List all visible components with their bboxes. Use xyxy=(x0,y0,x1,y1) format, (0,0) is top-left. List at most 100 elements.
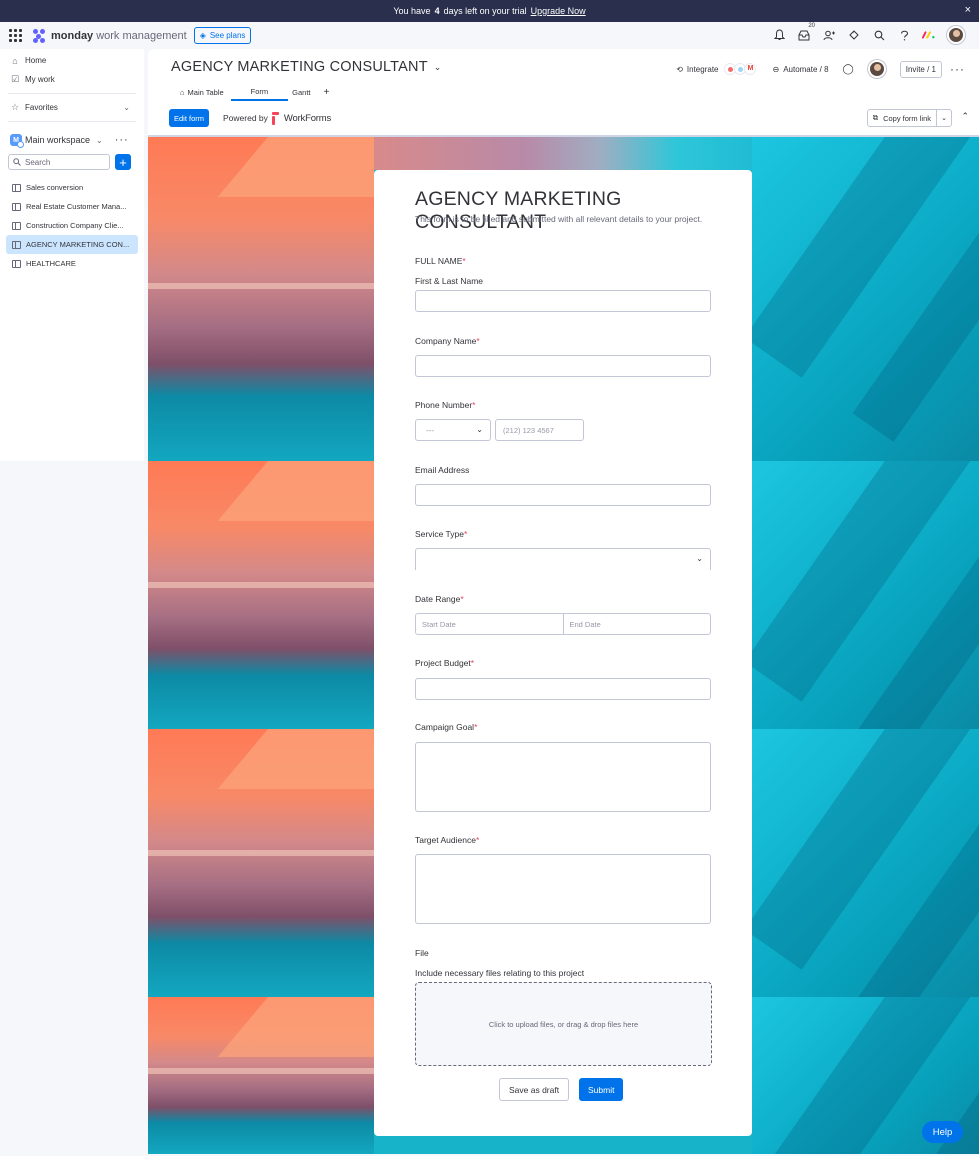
workspace-icon: M xyxy=(10,134,24,148)
background-tile xyxy=(148,729,374,997)
apps-marketplace-icon[interactable] xyxy=(847,27,861,43)
integrate-button[interactable]: ⟲ Integrate M xyxy=(676,63,757,75)
background-tile xyxy=(374,137,752,170)
workspace-selector[interactable]: M Main workspace ⌄ ··· xyxy=(0,128,144,152)
file-label: File xyxy=(415,948,429,958)
monday-products-icon[interactable] xyxy=(922,27,936,43)
collapse-header-icon[interactable]: ⌃ xyxy=(961,111,969,122)
sidebar-item-home[interactable]: ⌂ Home xyxy=(0,51,144,70)
chevron-down-icon[interactable]: ⌄ xyxy=(937,110,951,126)
board-title-button[interactable]: AGENCY MARKETING CONSULTANT ⌄ xyxy=(171,59,442,75)
sidebar-item-my-work[interactable]: ☑ My work xyxy=(0,70,144,89)
full-name-heading: FULL NAME* xyxy=(415,256,466,266)
file-upload-dropzone[interactable]: Click to upload files, or drag & drop fi… xyxy=(415,982,712,1066)
search-icon xyxy=(13,158,21,166)
sidebar-board-sales-conversion[interactable]: Sales conversion xyxy=(6,178,138,197)
search-icon[interactable] xyxy=(872,27,886,43)
sidebar-item-favorites[interactable]: ☆ Favorites ⌄ xyxy=(0,98,144,117)
invite-button[interactable]: Invite / 1 xyxy=(899,60,942,78)
add-view-icon[interactable]: + xyxy=(315,83,339,101)
country-code-select[interactable]: --- ⌄ xyxy=(415,419,491,441)
background-tile xyxy=(752,461,979,729)
copy-form-link-group: ⧉ Copy form link ⌄ xyxy=(866,109,952,127)
field-label-text: Campaign Goal xyxy=(415,722,475,732)
see-plans-label: See plans xyxy=(209,31,246,40)
email-address-label: Email Address xyxy=(415,465,470,475)
close-icon[interactable]: × xyxy=(965,4,971,16)
phone-number-field[interactable]: (212) 123 4567 xyxy=(495,419,584,441)
more-options-icon[interactable]: ··· xyxy=(950,62,965,76)
service-type-label: Service Type* xyxy=(415,529,467,539)
project-budget-label: Project Budget* xyxy=(415,658,474,668)
campaign-goal-field[interactable] xyxy=(415,742,711,812)
sidebar-board-agency-marketing[interactable]: AGENCY MARKETING CON... xyxy=(6,235,138,254)
tab-gantt[interactable]: Gantt xyxy=(288,83,314,101)
comment-icon[interactable]: ◯ xyxy=(843,64,854,75)
workforms-logo-icon xyxy=(271,111,280,125)
help-label: Help xyxy=(932,1126,953,1138)
tab-label: Gantt xyxy=(292,87,311,97)
submit-button[interactable]: Submit xyxy=(579,1078,624,1101)
campaign-goal-label: Campaign Goal* xyxy=(415,722,477,732)
date-range-label: Date Range* xyxy=(415,594,464,604)
bell-icon[interactable] xyxy=(772,27,786,43)
background-tile xyxy=(752,137,979,461)
project-budget-field[interactable] xyxy=(415,678,711,700)
chevron-down-icon: ⌄ xyxy=(123,103,130,112)
trial-days: 4 xyxy=(434,6,440,16)
more-options-icon[interactable]: ··· xyxy=(115,134,129,146)
topnav-icons: 20 xyxy=(772,23,965,44)
full-name-field[interactable] xyxy=(415,290,711,312)
save-as-draft-button[interactable]: Save as draft xyxy=(499,1078,570,1101)
target-audience-field[interactable] xyxy=(415,854,711,924)
tab-main-table[interactable]: ⌂ Main Table xyxy=(173,83,231,101)
board-icon xyxy=(12,202,21,211)
edit-form-label: Edit form xyxy=(174,113,205,123)
help-icon[interactable] xyxy=(897,27,911,43)
board-label: Sales conversion xyxy=(26,183,84,192)
integrate-label: Integrate xyxy=(686,64,719,74)
automate-button[interactable]: ⊖ Automate / 8 xyxy=(772,65,828,74)
background-tile xyxy=(148,137,374,461)
board-icon xyxy=(12,240,21,249)
company-name-field[interactable] xyxy=(415,355,711,377)
user-avatar[interactable] xyxy=(947,26,965,44)
date-range-field: Start Date End Date xyxy=(415,613,711,635)
email-field[interactable] xyxy=(415,484,711,506)
edit-form-button[interactable]: Edit form xyxy=(169,109,210,127)
upgrade-now-link[interactable]: Upgrade Now xyxy=(531,6,586,16)
field-label-text: Phone Number xyxy=(415,400,473,410)
monday-logo[interactable]: monday work management xyxy=(33,28,187,43)
board-header: AGENCY MARKETING CONSULTANT ⌄ ⟲ Integrat… xyxy=(148,49,979,136)
see-plans-button[interactable]: ◈ See plans xyxy=(193,27,252,44)
gmail-icon: M xyxy=(744,63,757,75)
add-item-button[interactable]: + xyxy=(115,154,131,170)
sidebar-board-real-estate[interactable]: Real Estate Customer Mana... xyxy=(6,197,138,216)
required-mark: * xyxy=(475,835,480,845)
top-navigation: monday work management ◈ See plans 20 xyxy=(0,22,979,49)
board-member-avatar[interactable] xyxy=(867,60,886,78)
powered-by-label: Powered by xyxy=(223,113,268,123)
service-type-select[interactable]: ⌄ xyxy=(415,548,711,570)
field-label-text: Target Audience xyxy=(415,835,476,845)
robot-icon: ⊖ xyxy=(772,64,780,74)
sidebar-board-healthcare[interactable]: HEALTHCARE xyxy=(6,254,138,273)
sidebar-board-construction[interactable]: Construction Company Clie... xyxy=(6,216,138,235)
help-button[interactable]: Help xyxy=(922,1121,963,1143)
brand-name: monday xyxy=(51,29,94,42)
inbox-badge: 20 xyxy=(808,23,815,29)
trial-text-after: days left on your trial xyxy=(443,6,527,16)
tab-form[interactable]: Form xyxy=(230,83,289,101)
board-title: AGENCY MARKETING CONSULTANT xyxy=(171,59,428,75)
invite-members-icon[interactable] xyxy=(822,27,836,43)
end-date-input[interactable]: End Date xyxy=(562,614,711,634)
apps-grid-icon[interactable] xyxy=(9,28,23,43)
inbox-icon[interactable]: 20 xyxy=(797,23,815,43)
company-name-label: Company Name* xyxy=(415,336,480,346)
background-tile xyxy=(148,461,374,729)
start-date-input[interactable]: Start Date xyxy=(416,614,563,634)
sidebar-item-label: Favorites xyxy=(25,103,58,112)
copy-form-link-button[interactable]: ⧉ Copy form link xyxy=(868,110,937,126)
sidebar-divider xyxy=(8,121,136,122)
sidebar-search-input[interactable]: Search xyxy=(8,154,110,170)
